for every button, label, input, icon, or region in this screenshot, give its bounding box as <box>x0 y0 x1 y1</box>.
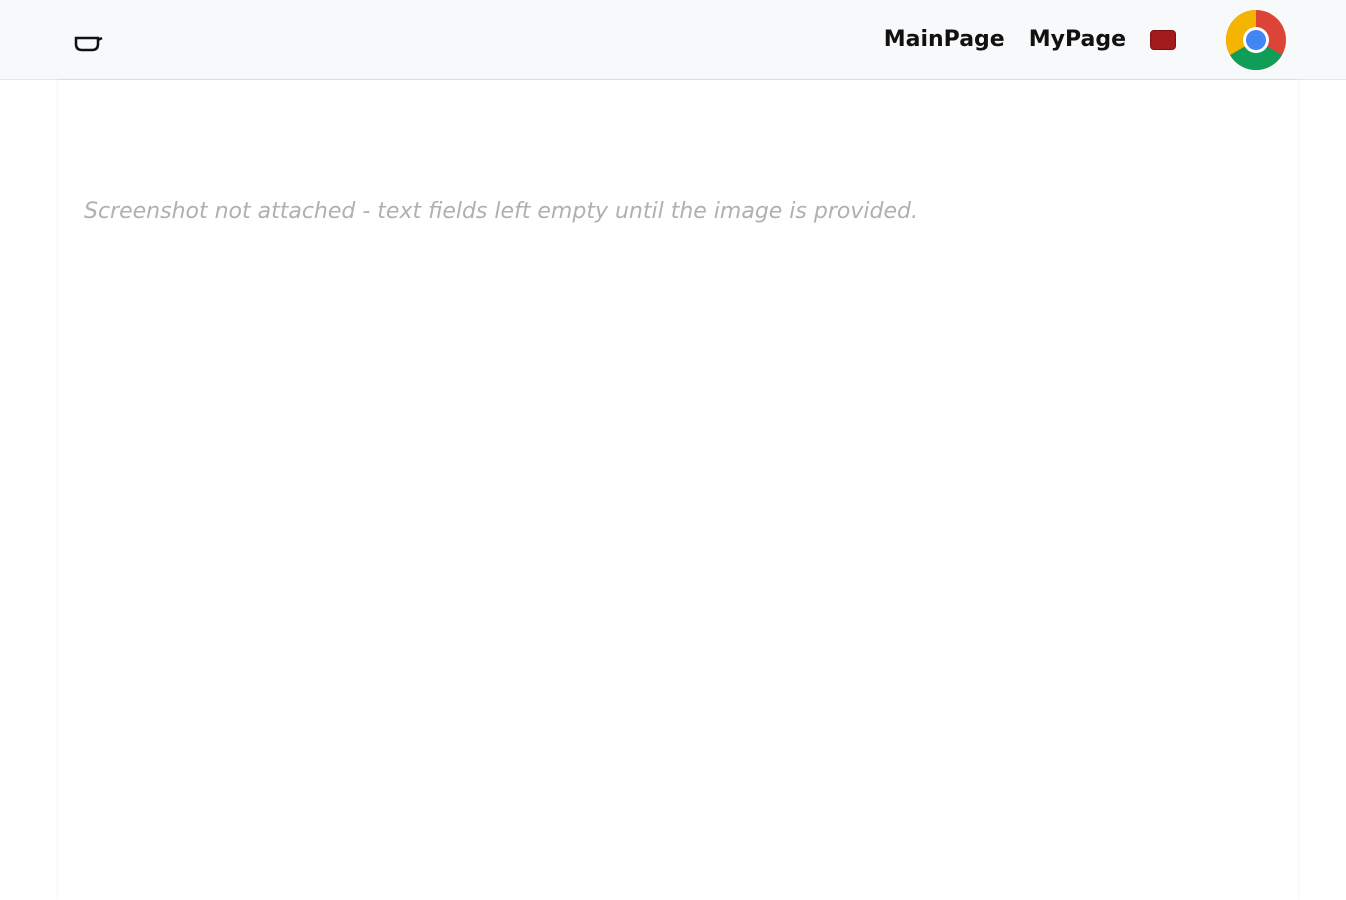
profile-avatar-icon[interactable] <box>1224 8 1288 72</box>
steps-section <box>84 160 1272 178</box>
nav-right-group: MainPage MyPage <box>884 8 1288 72</box>
steps-heading <box>84 160 1272 178</box>
ingredients-section <box>84 120 1272 142</box>
logout-button[interactable] <box>1150 29 1176 50</box>
nav-link-mypage[interactable]: MyPage <box>1029 27 1126 52</box>
nav-link-mainpage[interactable]: MainPage <box>884 27 1005 52</box>
recipe-card: Screenshot not attached - text fields le… <box>58 80 1298 900</box>
home-logo-icon[interactable] <box>72 24 104 56</box>
top-navbar: MainPage MyPage <box>0 0 1346 80</box>
missing-image-notice: Screenshot not attached - text fields le… <box>84 199 918 224</box>
ingredients-heading <box>84 120 1272 142</box>
